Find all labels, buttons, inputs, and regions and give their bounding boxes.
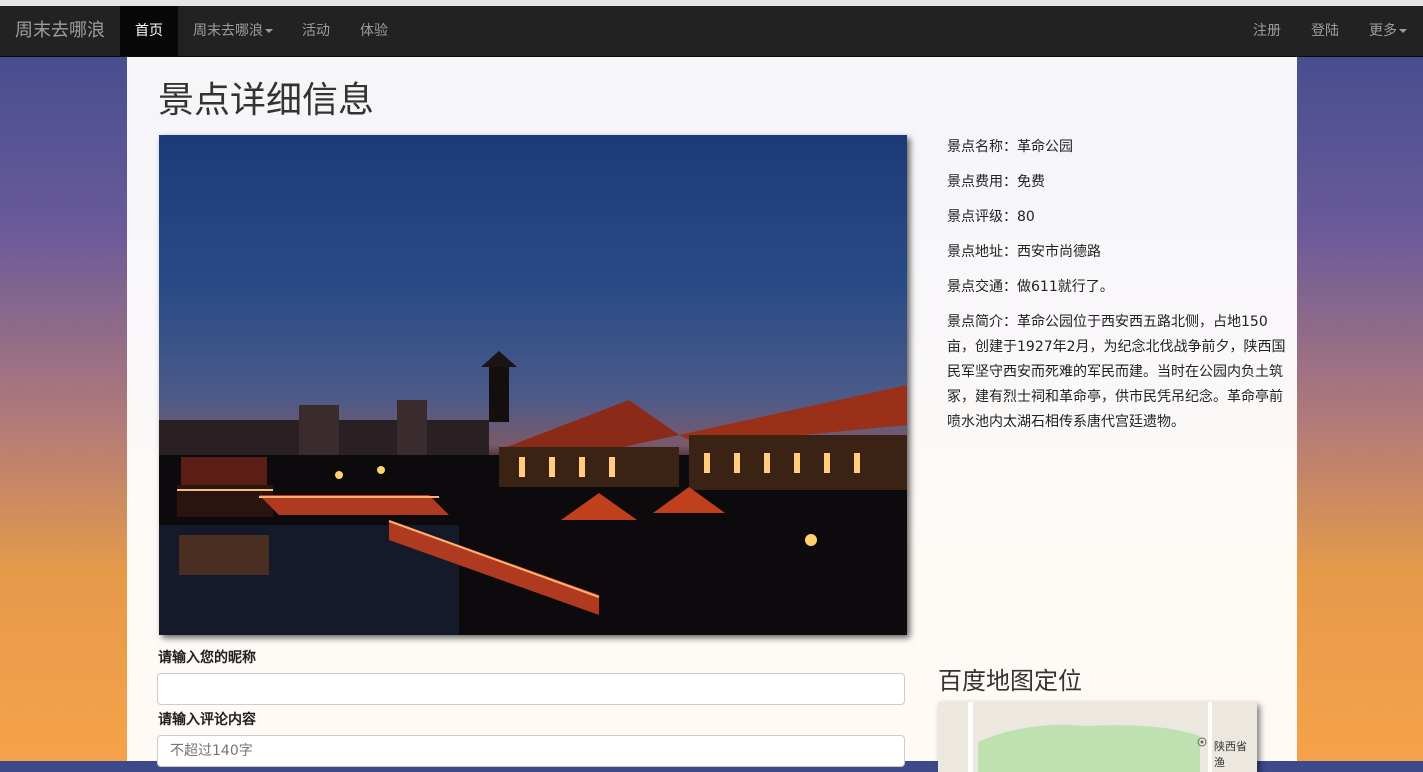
caret-down-icon xyxy=(1399,29,1407,33)
nav-login[interactable]: 登陆 xyxy=(1296,6,1354,56)
nav-more-label: 更多 xyxy=(1369,23,1397,39)
nav-home[interactable]: 首页 xyxy=(120,6,178,56)
baidu-map[interactable]: 陕西省渔 xyxy=(938,702,1257,772)
spot-rating: 景点评级：80 xyxy=(947,209,1035,225)
nickname-input[interactable] xyxy=(157,673,905,705)
spot-fee: 景点费用：免费 xyxy=(947,174,1045,190)
spot-name: 景点名称：革命公园 xyxy=(947,139,1073,155)
map-tiles xyxy=(938,702,1257,772)
nav-register[interactable]: 注册 xyxy=(1238,6,1296,56)
nav-where-dropdown[interactable]: 周末去哪浪 xyxy=(178,6,288,56)
spot-info: 景点名称：革命公园 景点费用：免费 景点评级：80 景点地址：西安市尚德路 景点… xyxy=(947,135,1292,445)
comment-input[interactable] xyxy=(157,735,905,767)
spot-address: 景点地址：西安市尚德路 xyxy=(947,244,1101,260)
spot-intro: 景点简介：革命公园位于西安西五路北侧，占地150亩，创建于1927年2月，为纪念… xyxy=(947,314,1286,430)
comment-label: 请输入评论内容 xyxy=(158,712,256,728)
nav-experience[interactable]: 体验 xyxy=(345,6,403,56)
nav-more-dropdown[interactable]: 更多 xyxy=(1354,6,1422,56)
map-title: 百度地图定位 xyxy=(938,667,1082,695)
page-title: 景点详细信息 xyxy=(158,80,375,121)
brand-logo[interactable]: 周末去哪浪 xyxy=(15,6,105,56)
night-park-illustration xyxy=(159,351,907,635)
nav-activity[interactable]: 活动 xyxy=(287,6,345,56)
nickname-label: 请输入您的昵称 xyxy=(158,650,256,666)
caret-down-icon xyxy=(265,29,273,33)
map-place-label: 陕西省渔 xyxy=(1214,740,1247,769)
top-navbar: 周末去哪浪 首页 周末去哪浪 活动 体验 注册 登陆 更多 xyxy=(0,6,1423,57)
nav-where-label: 周末去哪浪 xyxy=(193,23,263,39)
spot-traffic: 景点交通：做611就行了。 xyxy=(947,279,1114,295)
spot-photo xyxy=(159,135,907,635)
main-container: 景点详细信息 景点名称：革命公园 景点费用：免费 景点评级：80 景点地址：西安… xyxy=(127,57,1297,772)
